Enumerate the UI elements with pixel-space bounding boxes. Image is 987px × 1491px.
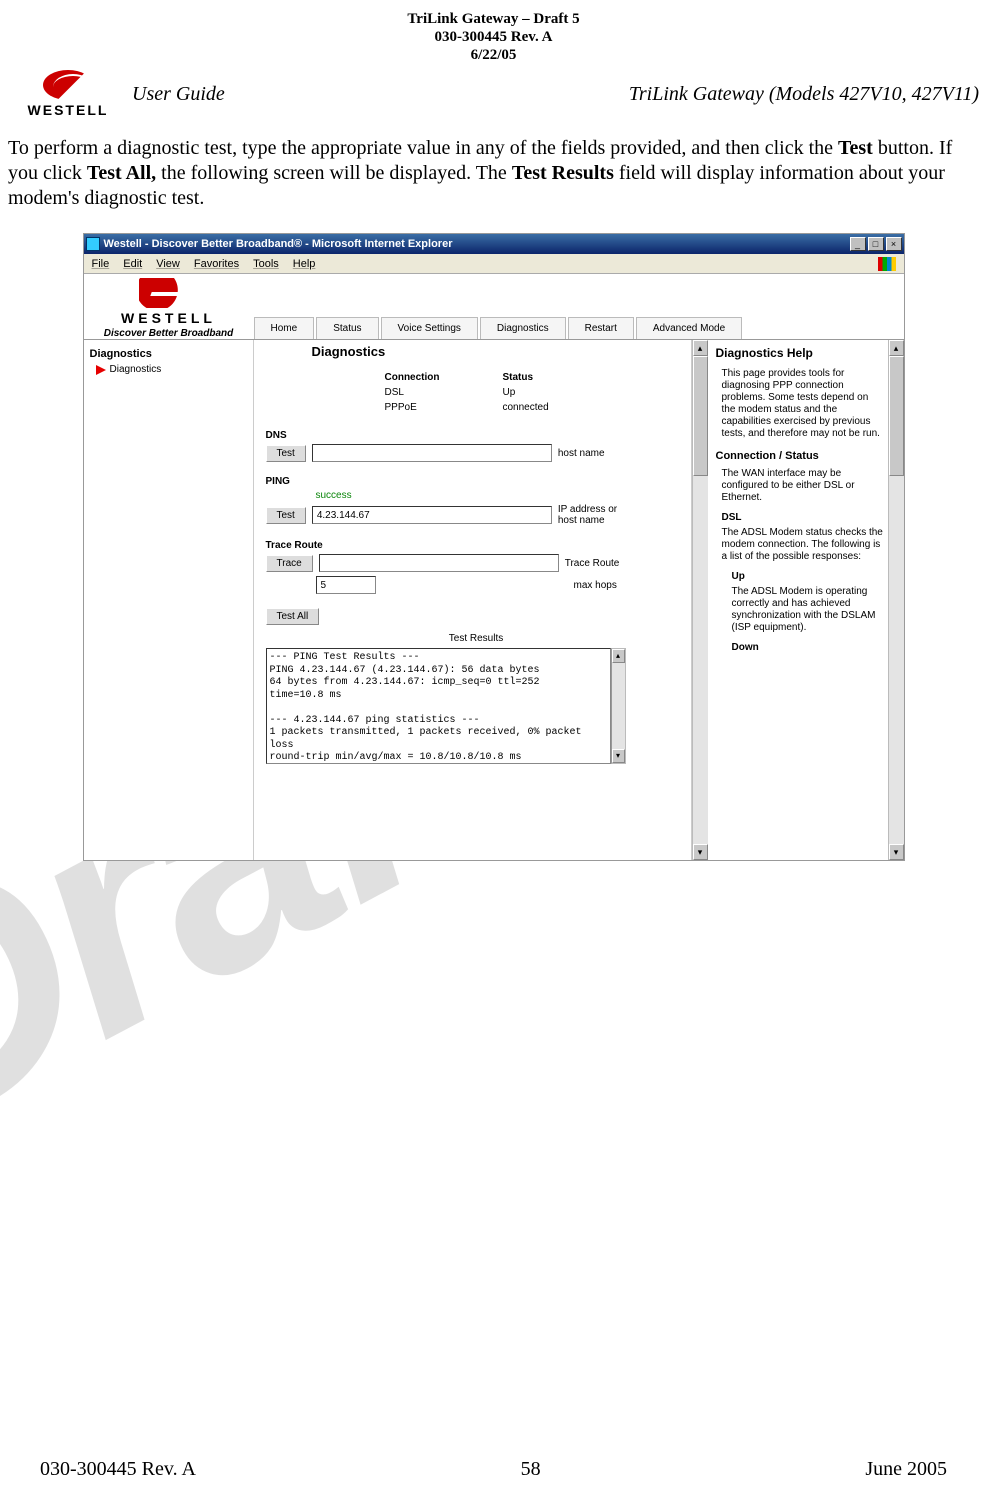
test-all-button[interactable]: Test All	[266, 608, 320, 625]
page-title: Diagnostics	[312, 344, 691, 359]
dns-heading: DNS	[266, 430, 691, 441]
scroll-down-icon[interactable]: ▾	[889, 844, 904, 860]
scroll-down-icon[interactable]: ▾	[693, 844, 708, 860]
results-box: --- PING Test Results --- PING 4.23.144.…	[266, 648, 626, 764]
scroll-thumb[interactable]	[693, 356, 708, 476]
scroll-thumb[interactable]	[889, 356, 904, 476]
doc-header: TriLink Gateway – Draft 5 030-300445 Rev…	[8, 10, 979, 64]
menu-help[interactable]: Help	[293, 258, 316, 270]
doc-header-line1: TriLink Gateway – Draft 5	[8, 10, 979, 28]
scroll-up-icon[interactable]: ▴	[693, 340, 708, 356]
help-p4: The ADSL Modem is operating correctly an…	[732, 586, 884, 634]
scroll-down-icon[interactable]: ▾	[612, 749, 625, 763]
nav-diagnostics[interactable]: Diagnostics	[480, 317, 566, 339]
westell-logo-text: WESTELL	[8, 102, 128, 118]
menubar: File Edit View Favorites Tools Help	[84, 254, 904, 274]
nav-advanced[interactable]: Advanced Mode	[636, 317, 742, 339]
footer-page: 58	[521, 1458, 541, 1481]
window-titlebar: Westell - Discover Better Broadband® - M…	[84, 234, 904, 254]
menu-tools[interactable]: Tools	[253, 258, 279, 270]
sidebar: Diagnostics Diagnostics	[84, 340, 254, 860]
table-row: DSL Up	[384, 386, 609, 399]
help-sub-down: Down	[732, 642, 884, 653]
footer-left: 030-300445 Rev. A	[40, 1458, 196, 1481]
dns-host-input[interactable]	[312, 444, 552, 462]
help-p3: The ADSL Modem status checks the modem c…	[722, 527, 884, 563]
dns-section: DNS Test host name	[266, 430, 691, 462]
help-p1: This page provides tools for diagnosing …	[722, 368, 884, 440]
model-label: TriLink Gateway (Models 427V10, 427V11)	[225, 83, 979, 106]
help-p2: The WAN interface may be configured to b…	[722, 468, 884, 504]
primary-nav: Home Status Voice Settings Diagnostics R…	[254, 274, 745, 339]
arrow-right-icon	[96, 365, 106, 375]
help-sub-dsl: DSL	[722, 512, 884, 523]
close-button[interactable]: ×	[886, 237, 902, 251]
trace-button[interactable]: Trace	[266, 555, 313, 572]
scroll-up-icon[interactable]: ▴	[889, 340, 904, 356]
ping-status: success	[316, 490, 691, 501]
footer-date: June 2005	[865, 1458, 947, 1481]
sidebar-item-diagnostics[interactable]: Diagnostics	[84, 362, 253, 377]
trace-hops-input[interactable]	[316, 576, 376, 594]
nav-voice[interactable]: Voice Settings	[381, 317, 478, 339]
app-logo-icon	[139, 278, 199, 308]
ping-test-button[interactable]: Test	[266, 507, 306, 524]
center-scrollbar[interactable]: ▴ ▾	[692, 340, 708, 860]
sidebar-heading: Diagnostics	[84, 340, 253, 362]
th-connection: Connection	[384, 371, 500, 384]
browser-window: Westell - Discover Better Broadband® - M…	[83, 233, 905, 861]
results-title: Test Results	[262, 633, 691, 644]
nav-restart[interactable]: Restart	[568, 317, 634, 339]
maximize-button[interactable]: □	[868, 237, 884, 251]
connection-table: Connection Status DSL Up PPPoE connected	[382, 369, 611, 416]
ping-label: IP address or host name	[558, 504, 638, 526]
trace-section: Trace Route Trace Trace Route max hops	[266, 540, 691, 594]
sidebar-item-label: Diagnostics	[110, 364, 162, 375]
dns-label: host name	[558, 448, 605, 459]
help-panel: Diagnostics Help This page provides tool…	[708, 340, 888, 860]
trace-hops-label: max hops	[574, 580, 617, 591]
menu-view[interactable]: View	[156, 258, 180, 270]
results-scrollbar[interactable]: ▴ ▾	[611, 648, 626, 764]
trace-label: Trace Route	[565, 558, 620, 569]
dns-test-button[interactable]: Test	[266, 445, 306, 462]
help-title: Diagnostics Help	[716, 346, 884, 360]
body-paragraph: To perform a diagnostic test, type the a…	[8, 136, 979, 211]
scroll-up-icon[interactable]: ▴	[612, 649, 625, 663]
window-title: Westell - Discover Better Broadband® - M…	[104, 238, 848, 250]
menu-edit[interactable]: Edit	[123, 258, 142, 270]
trace-heading: Trace Route	[266, 540, 691, 551]
nav-status[interactable]: Status	[316, 317, 378, 339]
ping-host-input[interactable]	[312, 506, 552, 524]
doc-header-line2: 030-300445 Rev. A	[8, 28, 979, 46]
help-scrollbar[interactable]: ▴ ▾	[888, 340, 904, 860]
table-row: PPPoE connected	[384, 401, 609, 414]
westell-logo-icon	[43, 70, 93, 100]
user-guide-label: User Guide	[128, 83, 225, 106]
trace-host-input[interactable]	[319, 554, 559, 572]
nav-home[interactable]: Home	[254, 317, 315, 339]
windows-flag-icon	[878, 257, 896, 271]
ping-section: PING success Test IP address or host nam…	[266, 476, 691, 526]
menu-file[interactable]: File	[92, 258, 110, 270]
th-status: Status	[502, 371, 609, 384]
page-footer: 030-300445 Rev. A 58 June 2005	[0, 1458, 987, 1481]
minimize-button[interactable]: _	[850, 237, 866, 251]
app-tagline: Discover Better Broadband	[104, 328, 233, 339]
ie-icon	[86, 237, 100, 251]
help-sub-up: Up	[732, 571, 884, 582]
main-content: Diagnostics Connection Status DSL Up PPP…	[254, 340, 692, 860]
results-text: --- PING Test Results --- PING 4.23.144.…	[266, 648, 611, 764]
menu-favorites[interactable]: Favorites	[194, 258, 239, 270]
doc-header-line3: 6/22/05	[8, 46, 979, 64]
app-brand: WESTELL	[121, 310, 216, 326]
help-sub-connection: Connection / Status	[716, 450, 884, 462]
app-header: WESTELL Discover Better Broadband Home S…	[84, 274, 904, 340]
ping-heading: PING	[266, 476, 691, 487]
